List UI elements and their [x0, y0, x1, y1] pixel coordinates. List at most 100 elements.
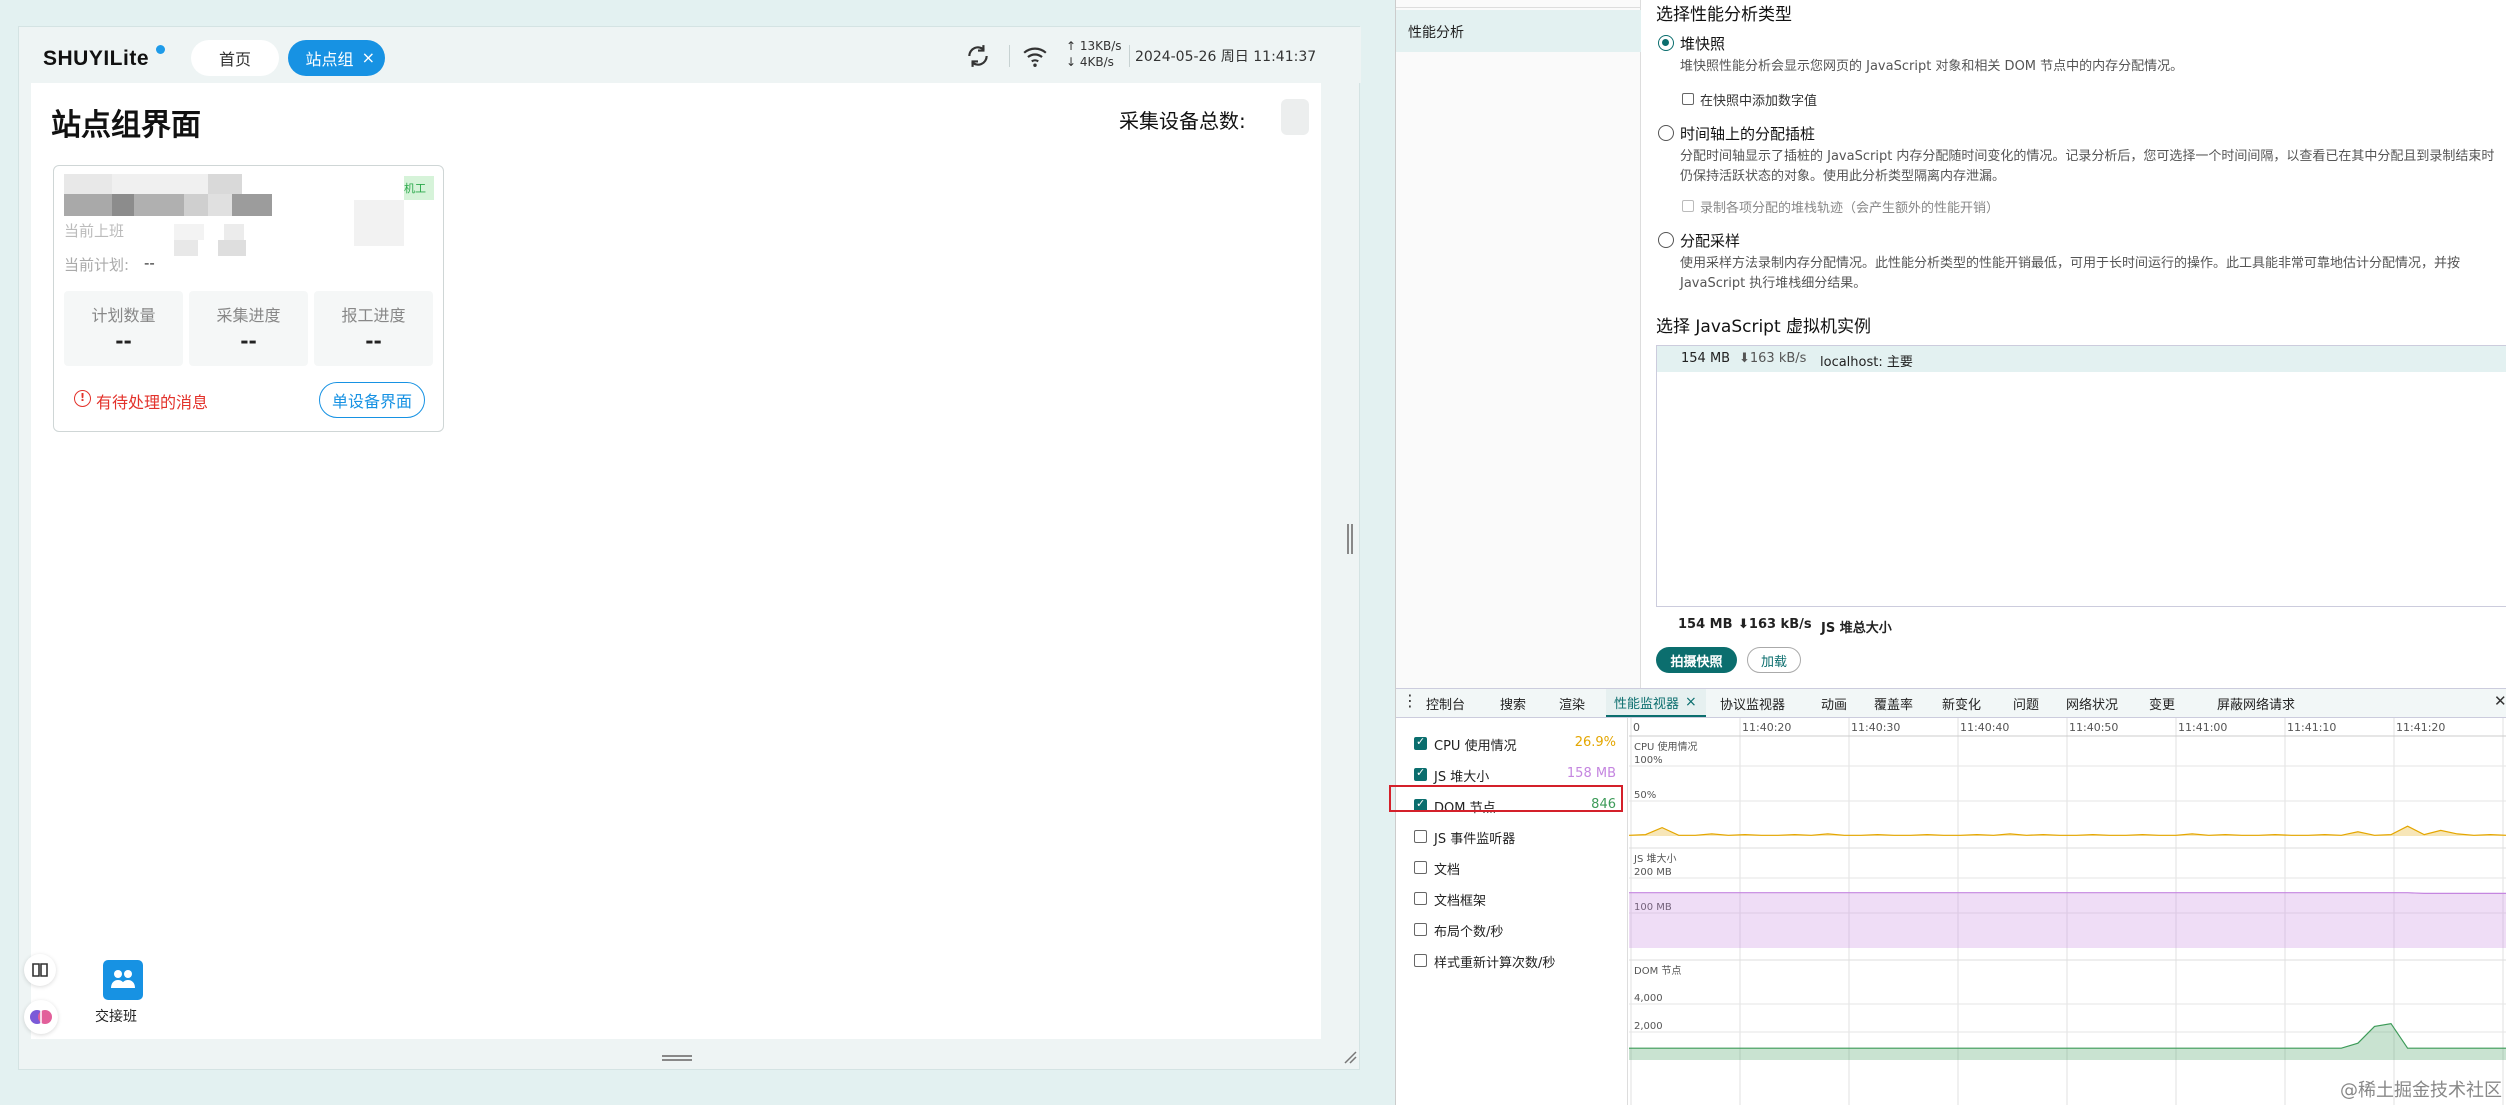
tab-network-conditions[interactable]: 网络状况 [2058, 689, 2126, 717]
total-heap-rate: ⬇163 kB/s [1738, 617, 1812, 632]
section-title: 选择性能分析类型 [1656, 5, 1792, 25]
tab-search[interactable]: 搜索 [1492, 689, 1534, 717]
corner-resize-grip[interactable] [1343, 1050, 1357, 1064]
time-tick-label: 0 [1633, 721, 1640, 734]
metric-checkbox[interactable] [1414, 830, 1427, 843]
checkbox-record-stack-traces[interactable] [1682, 200, 1694, 212]
close-icon[interactable]: × [362, 48, 375, 67]
take-snapshot-button[interactable]: 拍摄快照 [1656, 647, 1737, 673]
pending-message-link[interactable]: 有待处理的消息 [96, 389, 208, 413]
sidebar-item-profiling[interactable]: 性能分析 [1396, 10, 1641, 52]
checkbox-label: 在快照中添加数字值 [1700, 94, 1818, 109]
device-viewport: SHUYILite 首页 站点组 × ↑ 13KB/s ↓ 4KB/s 2024… [18, 26, 1361, 1070]
radio-heap-snapshot[interactable] [1658, 35, 1674, 51]
stat-label: 计划数量 [91, 306, 156, 325]
stat-value: -- [115, 329, 132, 353]
metric-checkbox[interactable] [1414, 892, 1427, 905]
option-title: 分配采样 [1680, 232, 1741, 250]
metric-checkbox[interactable] [1414, 861, 1427, 874]
metric-item[interactable]: CPU 使用情况 26.9% [1396, 731, 1628, 757]
single-device-button[interactable]: 单设备界面 [319, 382, 425, 418]
checkbox-numeric-values[interactable] [1682, 93, 1694, 105]
tab-network-request-blocking[interactable]: 屏蔽网络请求 [2209, 689, 2303, 717]
tab-site-group-label: 站点组 [305, 50, 354, 69]
watermark: @稀土掘金技术社区 [2340, 1080, 2502, 1101]
app-header: SHUYILite 首页 站点组 × ↑ 13KB/s ↓ 4KB/s 2024… [19, 27, 1361, 83]
redacted-title [64, 174, 304, 216]
load-button[interactable]: 加载 [1747, 647, 1801, 673]
time-tick-label: 11:40:20 [1742, 721, 1791, 734]
stat-label: 报工进度 [341, 306, 406, 325]
card-status-tag-text: 机工 [404, 182, 426, 195]
time-tick-label: 11:40:30 [1851, 721, 1900, 734]
checkbox-label: 录制各项分配的堆栈轨迹（会产生额外的性能开销） [1700, 201, 2000, 216]
time-tick-label: 11:41:00 [2178, 721, 2227, 734]
metric-checkbox[interactable] [1414, 766, 1427, 781]
time-tick-label: 11:41:20 [2396, 721, 2445, 734]
total-devices-label: 采集设备总数: [1119, 109, 1246, 133]
time-tick-label: 11:40:50 [2069, 721, 2118, 734]
metric-label: 样式重新计算次数/秒 [1434, 956, 1556, 971]
metric-value: 158 MB [1566, 766, 1616, 781]
radio-allocation-sampling[interactable] [1658, 232, 1674, 248]
emulated-page-area: SHUYILite 首页 站点组 × ↑ 13KB/s ↓ 4KB/s 2024… [0, 0, 1395, 1105]
time-tick-label: 11:40:40 [1960, 721, 2009, 734]
tab-animations[interactable]: 动画 [1813, 689, 1855, 717]
vertical-resize-handle[interactable] [1347, 524, 1353, 554]
site-card[interactable]: 机工 当前上班 当前计划: -- 计划数量 -- 采集进度 -- 报工进度 --… [53, 165, 444, 432]
close-icon[interactable]: × [1685, 694, 1697, 710]
metric-item[interactable]: 样式重新计算次数/秒 [1396, 948, 1628, 974]
value-tick-label: 4,000 [1634, 993, 1663, 1004]
option-description: 分配时间轴显示了插桩的 JavaScript 内存分配随时间变化的情况。记录分析… [1680, 149, 2495, 184]
stat-label: 采集进度 [216, 306, 281, 325]
warning-icon: ! [74, 390, 91, 407]
metric-item[interactable]: JS 事件监听器 [1396, 824, 1628, 850]
metric-item[interactable]: 布局个数/秒 [1396, 917, 1628, 943]
more-menu-icon[interactable]: ⋮ [1402, 691, 1418, 710]
book-icon[interactable] [24, 954, 56, 986]
panel-title: JS 堆大小 [1633, 852, 1676, 865]
metric-checkbox[interactable] [1414, 923, 1427, 936]
drawer-close-icon[interactable]: ✕ [2494, 692, 2506, 710]
metric-value: 26.9% [1574, 735, 1616, 750]
tab-site-group[interactable]: 站点组 × [288, 40, 385, 76]
header-divider [1129, 45, 1130, 67]
metric-label: CPU 使用情况 [1434, 739, 1517, 754]
tab-changes-new[interactable]: 新变化 [1934, 689, 1989, 717]
tab-protocol-monitor[interactable]: 协议监视器 [1712, 689, 1793, 717]
radio-allocation-timeline[interactable] [1658, 125, 1674, 141]
metric-label: JS 事件监听器 [1434, 832, 1516, 847]
tab-issues[interactable]: 问题 [2005, 689, 2047, 717]
total-heap-label: JS 堆总大小 [1821, 621, 1892, 636]
logo-dot [156, 45, 165, 54]
value-tick-label: 50% [1634, 790, 1656, 801]
stat-plan-quantity: 计划数量 -- [64, 291, 183, 366]
page-title: 站点组界面 [51, 108, 201, 143]
drawer-tabbar: ⋮ 控制台 搜索 渲染 性能监视器 × 协议监视器 动画 覆盖率 新变化 问题 … [1396, 688, 2506, 718]
horizontal-resize-handle[interactable] [662, 1055, 692, 1061]
tab-console[interactable]: 控制台 [1418, 689, 1473, 717]
redacted-block [354, 200, 404, 246]
tab-coverage[interactable]: 覆盖率 [1866, 689, 1921, 717]
vm-heap-rate: ⬇163 kB/s [1739, 351, 1807, 366]
profile-type-selector: 选择性能分析类型 堆快照 堆快照性能分析会显示您网页的 JavaScript 对… [1656, 0, 2506, 688]
vm-instance-row[interactable]: 154 MB ⬇163 kB/s localhost: 主要 [1657, 346, 2506, 372]
net-download-rate: ↓ 4KB/s [1066, 55, 1114, 69]
brain-icon[interactable] [24, 1000, 58, 1034]
metric-item[interactable]: 文档框架 [1396, 886, 1628, 912]
sidebar-toolbar [1396, 0, 1641, 8]
metric-item[interactable]: 文档 [1396, 855, 1628, 881]
time-tick-label: 11:41:10 [2287, 721, 2336, 734]
app-logo: SHUYILite [43, 47, 150, 70]
tab-changes[interactable]: 变更 [2141, 689, 2183, 717]
metric-checkbox[interactable] [1414, 954, 1427, 967]
refresh-icon[interactable] [965, 43, 991, 69]
option-description: 使用采样方法录制内存分配情况。此性能分析类型的性能开销最低，可用于长时间运行的操… [1680, 256, 2461, 291]
option-description: 堆快照性能分析会显示您网页的 JavaScript 对象和相关 DOM 节点中的… [1680, 59, 2184, 74]
tab-rendering[interactable]: 渲染 [1551, 689, 1593, 717]
handover-icon [103, 960, 143, 1000]
profiles-sidebar: 性能分析 [1396, 0, 1641, 688]
tab-performance-monitor[interactable]: 性能监视器 × [1606, 689, 1706, 717]
tab-home[interactable]: 首页 [191, 40, 279, 76]
metric-checkbox[interactable] [1414, 735, 1427, 750]
